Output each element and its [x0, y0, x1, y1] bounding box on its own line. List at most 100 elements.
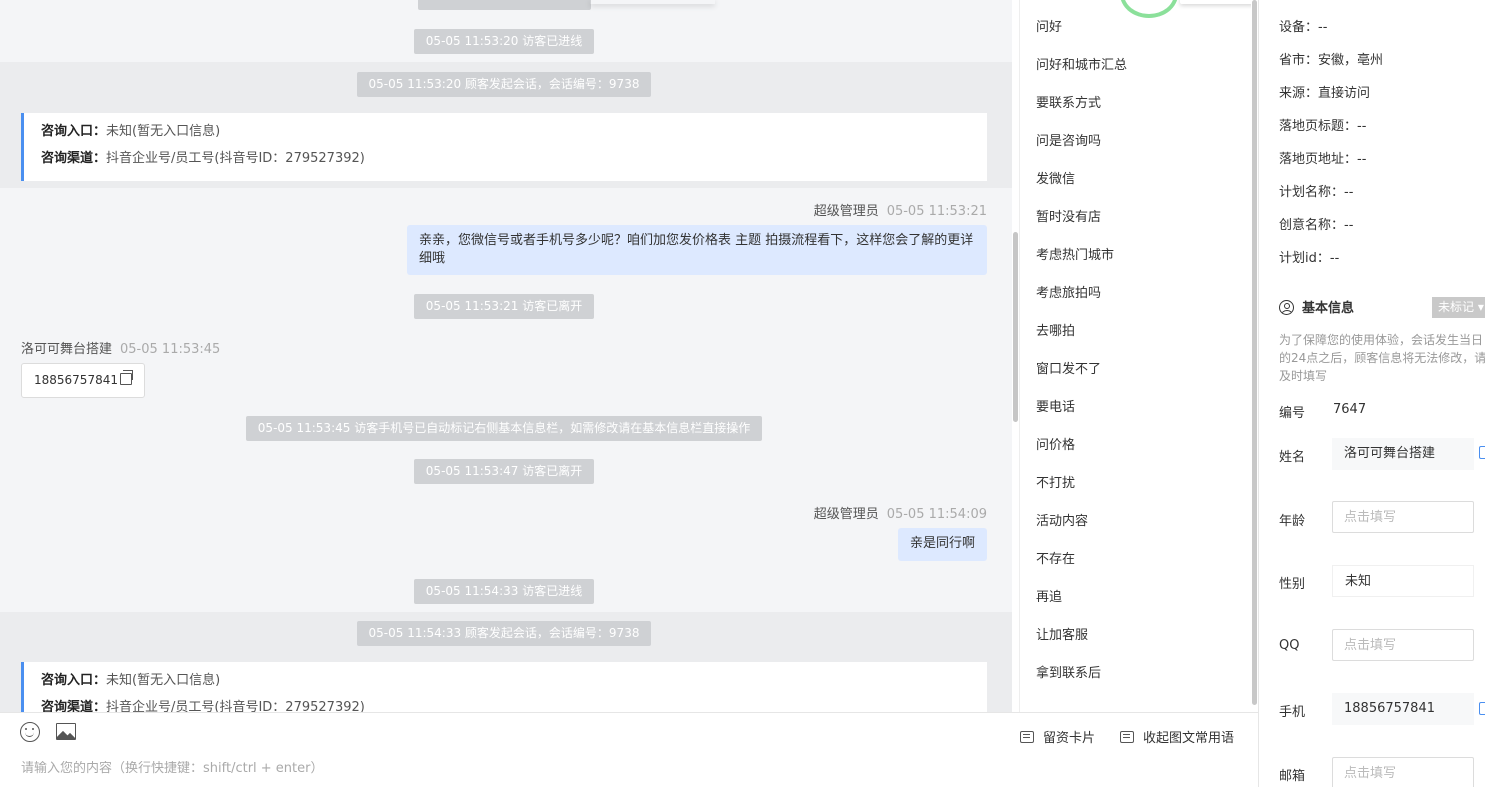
- quick-reply-item[interactable]: 要联系方式: [1036, 92, 1101, 111]
- info-landing-title: 落地页标题：--: [1279, 119, 1367, 134]
- id-label: 编号: [1279, 406, 1306, 421]
- info-creative-name: 创意名称：--: [1279, 218, 1354, 233]
- image-icon[interactable]: [56, 723, 76, 740]
- mark-status-dropdown[interactable]: 未标记 ▾: [1432, 297, 1485, 318]
- message-icon: [1120, 731, 1134, 743]
- phone-field[interactable]: 18856757841: [1332, 693, 1474, 725]
- entry-label: 咨询入口：: [41, 673, 107, 688]
- entry-value: 未知(暂无入口信息): [106, 124, 221, 139]
- system-message: 05-05 11:54:33 访客已进线: [413, 579, 595, 604]
- quick-reply-panel: 问好 问好和城市汇总 要联系方式 问是咨询吗 发微信 暂时没有店 考虑热门城市 …: [1019, 0, 1262, 712]
- agent-message-bubble: 亲亲，您微信号或者手机号多少呢？咱们加您发价格表 主题 拍摄流程看下，这样您会了…: [407, 225, 987, 275]
- gender-select[interactable]: 未知: [1332, 565, 1474, 597]
- user-icon: [1279, 300, 1294, 315]
- channel-value: 抖音企业号/员工号(抖音号ID：279527392): [106, 700, 365, 712]
- info-plan-id: 计划id：--: [1279, 251, 1340, 266]
- lead-card-button[interactable]: 留资卡片: [1020, 727, 1095, 746]
- phone-number-text: 18856757841: [34, 373, 118, 387]
- quick-reply-item[interactable]: 再追: [1036, 586, 1062, 605]
- system-message-row: 05-05 11:53:20 访客已进线: [0, 29, 1008, 54]
- system-message: 05-05 11:53:20 顾客发起会话，会话编号：9738: [356, 72, 652, 97]
- consult-entry-card: 咨询入口：未知(暂无入口信息) 咨询渠道：抖音企业号/员工号(抖音号ID：279…: [21, 662, 987, 712]
- message-time: 05-05 11:53:21: [886, 204, 987, 219]
- age-label: 年龄: [1279, 514, 1306, 529]
- quick-reply-scrollbar[interactable]: [1251, 0, 1258, 712]
- quick-reply-scrollbar-thumb[interactable]: [1252, 0, 1257, 705]
- age-input[interactable]: [1332, 501, 1474, 533]
- visitor-message-bubble: 18856757841: [21, 363, 145, 398]
- copy-icon[interactable]: [1479, 702, 1485, 715]
- system-message-row: 05-05 11:54:33 访客已进线: [0, 579, 1008, 604]
- email-input[interactable]: [1332, 757, 1474, 787]
- message-time: 05-05 11:54:09: [886, 507, 987, 522]
- quick-reply-item[interactable]: 问好: [1036, 16, 1062, 35]
- system-message-clipped: [418, 0, 591, 10]
- message-meta: 超级管理员 05-05 11:53:21: [814, 200, 987, 219]
- system-message-row: 05-05 11:54:33 顾客发起会话，会话编号：9738: [0, 621, 1008, 646]
- quick-reply-item[interactable]: 窗口发不了: [1036, 358, 1101, 377]
- message-time: 05-05 11:53:45: [120, 342, 221, 357]
- chat-history[interactable]: 05-05 11:53:20 访客已进线 05-05 11:53:20 顾客发起…: [0, 0, 1012, 712]
- quick-reply-item[interactable]: 不打扰: [1036, 472, 1075, 491]
- quick-reply-item[interactable]: 问价格: [1036, 434, 1075, 453]
- name-field[interactable]: 洛可可舞台搭建: [1332, 438, 1474, 470]
- quick-reply-item[interactable]: 发微信: [1036, 168, 1075, 187]
- system-message-row: 05-05 11:53:47 访客已离开: [0, 459, 1008, 484]
- qq-label: QQ: [1279, 638, 1300, 653]
- basic-info-title: 基本信息: [1279, 297, 1354, 316]
- quick-reply-item[interactable]: 考虑热门城市: [1036, 244, 1114, 263]
- id-value: 7647: [1333, 402, 1367, 417]
- quick-reply-item[interactable]: 活动内容: [1036, 510, 1088, 529]
- channel-label: 咨询渠道：: [41, 700, 107, 712]
- phone-label: 手机: [1279, 705, 1306, 720]
- system-message: 05-05 11:53:21 访客已离开: [413, 294, 595, 319]
- entry-label: 咨询入口：: [41, 124, 107, 139]
- info-region: 省市：安徽，亳州: [1279, 53, 1384, 68]
- card-icon: [1020, 731, 1034, 743]
- system-message: 05-05 11:53:45 访客手机号已自动标记右侧基本信息栏，如需修改请在基…: [245, 416, 763, 441]
- quick-reply-item[interactable]: 问好和城市汇总: [1036, 54, 1127, 73]
- info-source: 来源：直接访问: [1279, 86, 1371, 101]
- message-input[interactable]: [21, 761, 721, 776]
- emoji-icon[interactable]: [20, 722, 40, 742]
- system-message: 05-05 11:54:33 顾客发起会话，会话编号：9738: [356, 621, 652, 646]
- qq-input[interactable]: [1332, 629, 1474, 661]
- agent-message-bubble: 亲是同行啊: [897, 528, 987, 561]
- system-message-row: 05-05 11:53:20 顾客发起会话，会话编号：9738: [0, 72, 1008, 97]
- name-label: 姓名: [1279, 450, 1306, 465]
- loading-ring-icon: [1120, 0, 1178, 18]
- visitor-info-panel: 设备：-- 省市：安徽，亳州 来源：直接访问 落地页标题：-- 落地页地址：--…: [1258, 0, 1485, 787]
- channel-label: 咨询渠道：: [41, 151, 107, 166]
- chat-scrollbar[interactable]: [1012, 0, 1019, 712]
- gender-label: 性别: [1279, 577, 1306, 592]
- system-message: 05-05 11:53:47 访客已离开: [413, 459, 595, 484]
- customer-service-workbench: 05-05 11:53:20 访客已进线 05-05 11:53:20 顾客发起…: [0, 0, 1485, 787]
- sender-name: 超级管理员: [813, 204, 879, 219]
- channel-value: 抖音企业号/员工号(抖音号ID：279527392): [106, 151, 365, 166]
- quick-reply-item[interactable]: 去哪拍: [1036, 320, 1075, 339]
- copy-icon[interactable]: [119, 370, 133, 385]
- quick-reply-item[interactable]: 拿到联系后: [1036, 662, 1101, 681]
- chat-scrollbar-thumb[interactable]: [1013, 232, 1018, 422]
- quick-reply-item[interactable]: 考虑旅拍吗: [1036, 282, 1101, 301]
- edit-notice: 为了保障您的使用体验，会话发生当日的24点之后，顾客信息将无法修改，请及时填写: [1279, 333, 1485, 383]
- sender-name: 洛可可舞台搭建: [21, 342, 113, 357]
- popup-edge: [1180, 0, 1262, 4]
- message-meta: 超级管理员 05-05 11:54:09: [814, 503, 987, 522]
- system-message-row: 05-05 11:53:21 访客已离开: [0, 294, 1008, 319]
- collapse-phrases-button[interactable]: 收起图文常用语: [1120, 727, 1234, 746]
- system-message-row: 05-05 11:53:45 访客手机号已自动标记右侧基本信息栏，如需修改请在基…: [0, 416, 1008, 441]
- message-meta: 洛可可舞台搭建 05-05 11:53:45: [21, 338, 220, 357]
- info-device: 设备：--: [1279, 20, 1328, 35]
- consult-entry-card: 咨询入口：未知(暂无入口信息) 咨询渠道：抖音企业号/员工号(抖音号ID：279…: [21, 113, 987, 181]
- quick-reply-item[interactable]: 暂时没有店: [1036, 206, 1101, 225]
- copy-icon[interactable]: [1479, 446, 1485, 459]
- quick-reply-item[interactable]: 要电话: [1036, 396, 1075, 415]
- quick-reply-item[interactable]: 不存在: [1036, 548, 1075, 567]
- quick-reply-item[interactable]: 让加客服: [1036, 624, 1088, 643]
- quick-reply-item[interactable]: 问是咨询吗: [1036, 130, 1101, 149]
- message-composer: 留资卡片 收起图文常用语: [0, 712, 1258, 787]
- lead-card-label: 留资卡片: [1043, 731, 1096, 746]
- entry-value: 未知(暂无入口信息): [106, 673, 221, 688]
- sender-name: 超级管理员: [813, 507, 879, 522]
